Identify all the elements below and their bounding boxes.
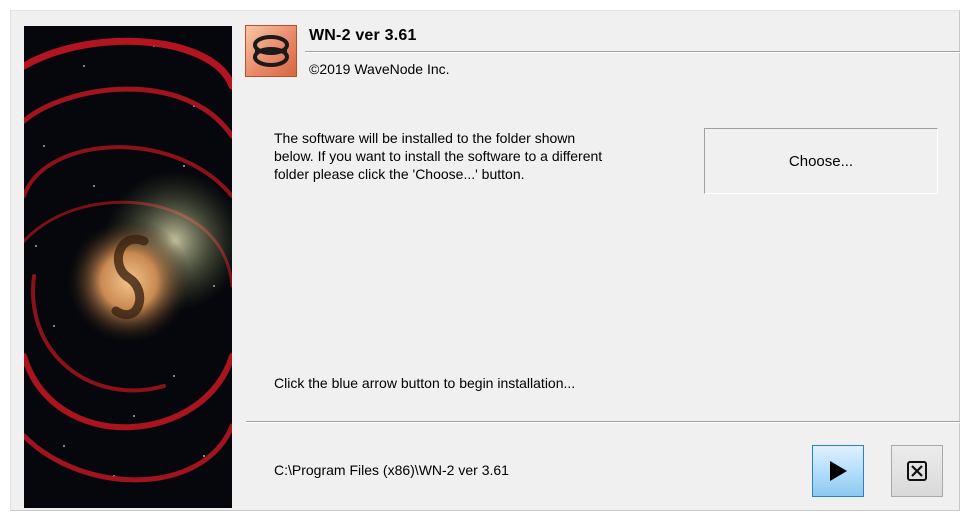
choose-folder-button[interactable]: Choose... [704,128,938,194]
copyright-text: ©2019 WaveNode Inc. [309,61,450,77]
begin-installation-hint: Click the blue arrow button to begin ins… [274,375,576,391]
wavenode-logo [245,25,297,77]
galaxy-side-image [24,26,232,508]
cancel-install-button[interactable] [891,445,943,497]
choose-button-label: Choose... [788,152,854,170]
footer-divider [246,421,960,423]
play-icon [827,459,849,483]
close-icon [906,460,928,482]
title-divider [305,51,960,53]
install-path-text: C:\Program Files (x86)\WN-2 ver 3.61 [274,462,509,478]
install-folder-description: The software will be installed to the fo… [274,130,603,182]
app-title: WN-2 ver 3.61 [309,27,417,44]
start-install-button[interactable] [812,445,864,497]
